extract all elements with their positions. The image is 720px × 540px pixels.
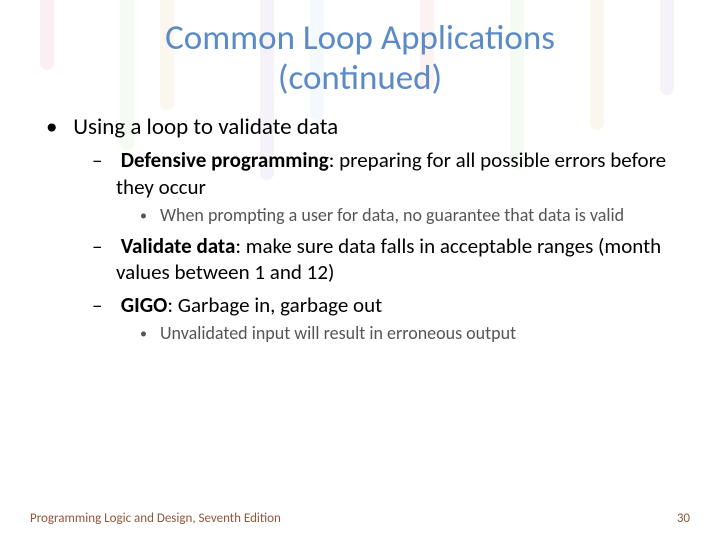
bullet-lvl2: GIGO: Garbage in, garbage out Unvalidate… <box>68 292 674 346</box>
footer-text: Programming Logic and Design, Seventh Ed… <box>30 511 281 526</box>
bullet-text: : Garbage in, garbage out <box>167 292 382 318</box>
bullet-lvl1: Using a loop to validate data Defensive … <box>46 113 674 346</box>
term: Validate data <box>121 233 236 259</box>
bullet-lvl2: Defensive programming: preparing for all… <box>68 147 674 227</box>
bullet-lvl3: When prompting a user for data, no guara… <box>116 204 674 227</box>
footer: Programming Logic and Design, Seventh Ed… <box>30 511 690 526</box>
bullet-lvl2: Validate data: make sure data falls in a… <box>68 233 674 286</box>
bullet-text: Using a loop to validate data <box>73 113 338 141</box>
slide-body: Using a loop to validate data Defensive … <box>0 99 720 346</box>
term: GIGO <box>121 292 168 318</box>
title-line-2: (continued) <box>278 57 442 99</box>
title-line-1: Common Loop Applications <box>165 17 555 59</box>
term: Defensive programming <box>121 147 329 173</box>
slide-title: Common Loop Applications (continued) <box>0 0 720 99</box>
bullet-text: Unvalidated input will result in erroneo… <box>160 322 516 344</box>
bullet-text: When prompting a user for data, no guara… <box>160 204 624 226</box>
page-number: 30 <box>677 511 690 526</box>
bullet-lvl3: Unvalidated input will result in erroneo… <box>116 322 674 345</box>
